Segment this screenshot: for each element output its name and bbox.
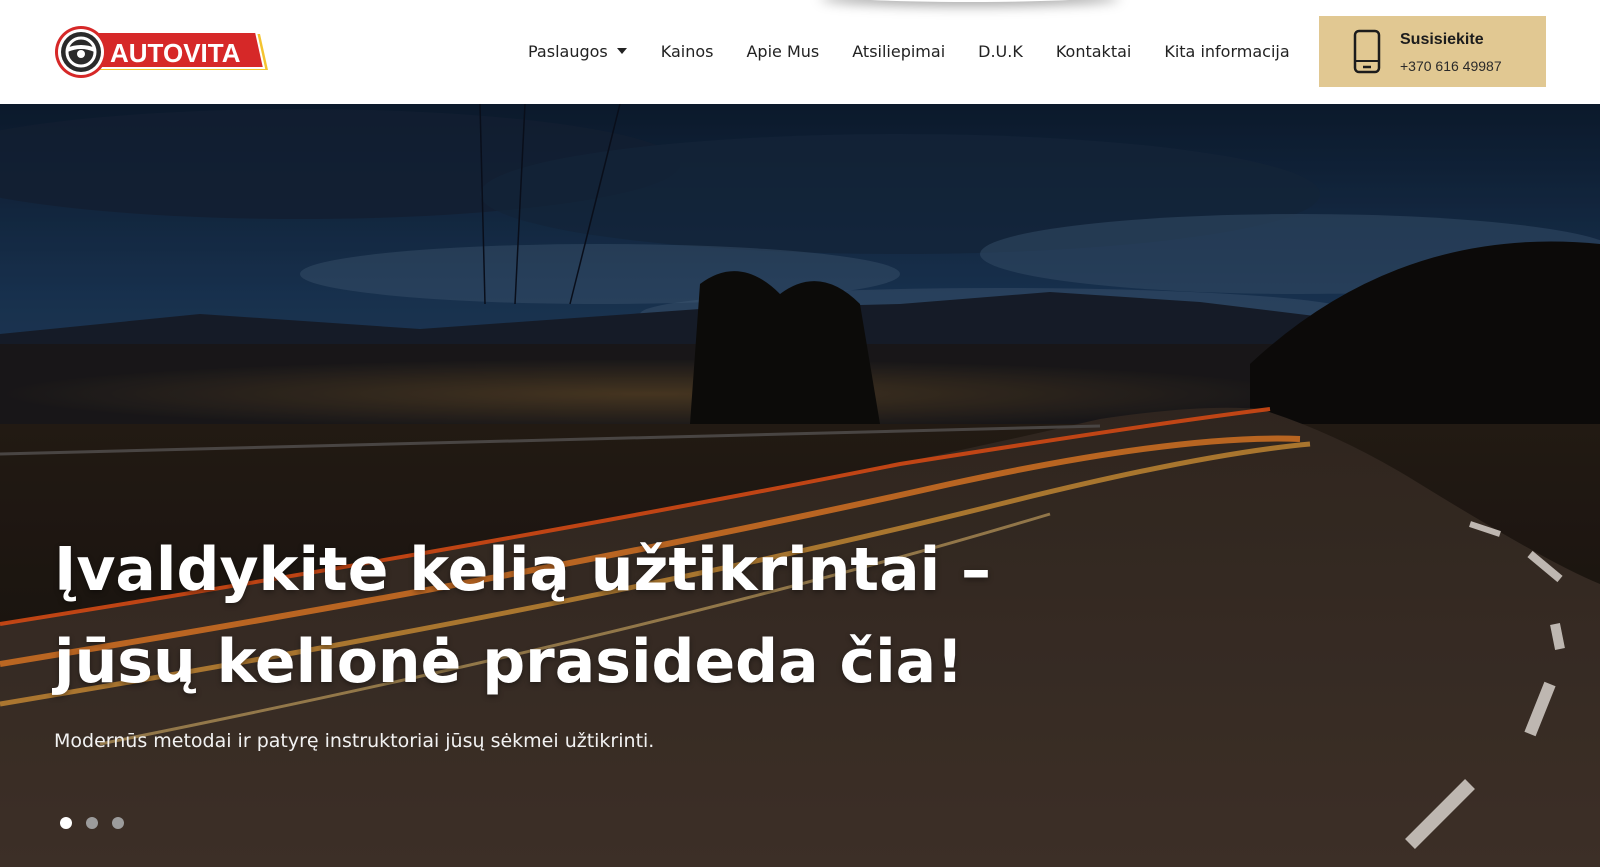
- logo-text: AUTOVITA: [110, 38, 241, 68]
- contact-phone[interactable]: +370 616 49987: [1400, 58, 1502, 74]
- nav-item-apie-mus[interactable]: Apie Mus: [746, 42, 819, 61]
- slider-dot-3[interactable]: [112, 817, 124, 829]
- nav-label: D.U.K: [978, 41, 1023, 61]
- nav-item-kainos[interactable]: Kainos: [661, 42, 714, 61]
- slider-dot-2[interactable]: [86, 817, 98, 829]
- nav-item-paslaugos[interactable]: Paslaugos: [528, 42, 628, 61]
- nav-label: Atsiliepimai: [852, 41, 946, 61]
- nav-label: Paslaugos: [528, 41, 608, 61]
- nav-label: Kontaktai: [1055, 41, 1132, 61]
- slider-pagination: [60, 817, 138, 829]
- site-header: AUTOVITA Paslaugos Kainos Apie Mus Atsil…: [0, 0, 1600, 104]
- contact-button[interactable]: Susisiekite +370 616 49987: [1319, 16, 1546, 87]
- nav-item-kontaktai[interactable]: Kontaktai: [1056, 42, 1132, 61]
- contact-title: Susisiekite: [1400, 31, 1484, 48]
- caret-down-icon: [616, 48, 627, 54]
- nav-label: Apie Mus: [746, 41, 820, 61]
- main-nav: Paslaugos Kainos Apie Mus Atsiliepimai D…: [528, 36, 1290, 66]
- hero-background-image: [0, 104, 1600, 867]
- autovita-logo[interactable]: AUTOVITA: [54, 24, 270, 80]
- hero-subline: Modernūs metodai ir patyrę instruktoriai…: [54, 730, 655, 752]
- nav-item-atsiliepimai[interactable]: Atsiliepimai: [852, 42, 945, 61]
- hero-slider: Įvaldykite kelią užtikrintai – jūsų keli…: [0, 104, 1600, 867]
- slider-dot-1[interactable]: [60, 817, 72, 829]
- hero-headline: Įvaldykite kelią užtikrintai – jūsų keli…: [54, 535, 992, 697]
- nav-item-kita-informacija[interactable]: Kita informacija: [1164, 42, 1289, 61]
- nav-label: Kita informacija: [1164, 41, 1290, 61]
- mobile-phone-icon: [1353, 29, 1381, 74]
- header-shadow-tab: [820, 0, 1120, 2]
- nav-label: Kainos: [660, 41, 714, 61]
- nav-item-duk[interactable]: D.U.K: [978, 42, 1023, 61]
